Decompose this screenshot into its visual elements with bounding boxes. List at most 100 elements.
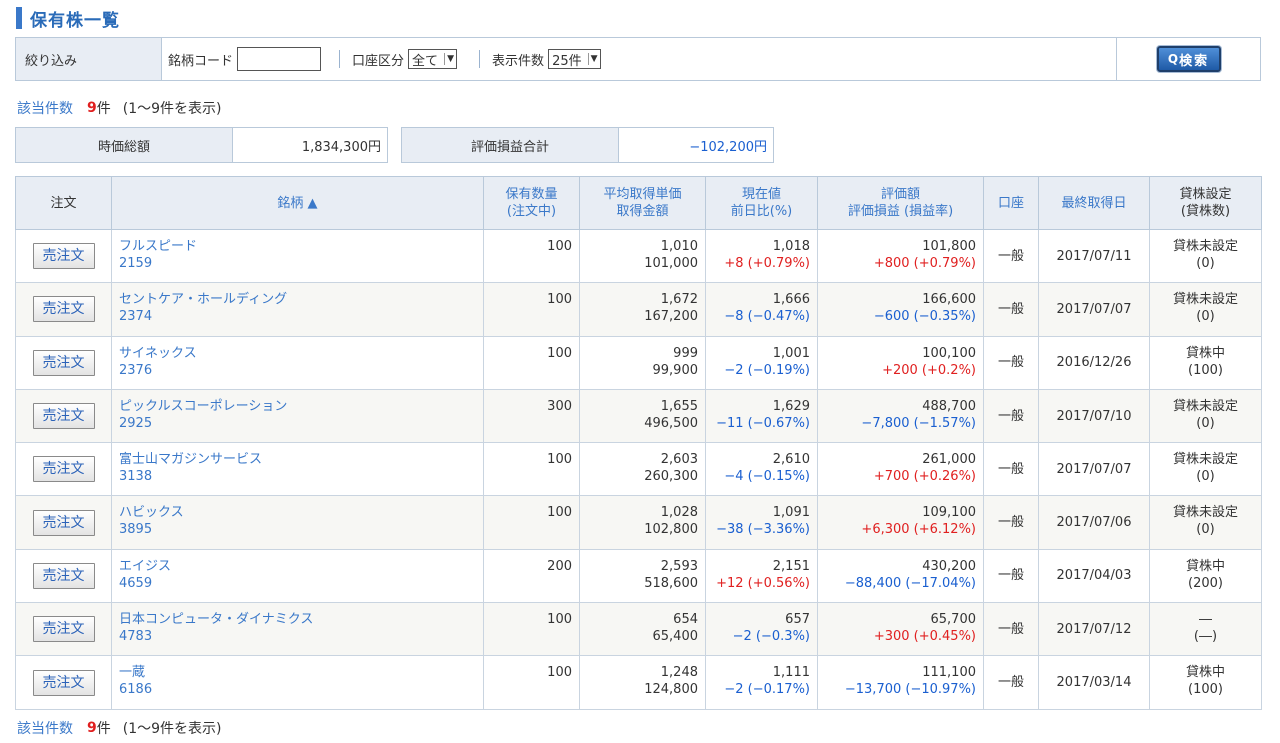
qty-value: 100 (547, 239, 572, 254)
current-price: 1,666 (772, 292, 810, 308)
eval-amount: 166,600 (922, 292, 976, 308)
stock-name-link[interactable]: エイジス (119, 558, 483, 575)
account-select[interactable]: 全て ▼ (408, 49, 458, 69)
page-title-text: 保有株一覧 (30, 10, 120, 31)
lend-qty: (0) (1196, 522, 1215, 538)
stock-code-link[interactable]: 2374 (119, 308, 483, 325)
stock-name-link[interactable]: 富士山マガジンサービス (119, 451, 483, 468)
current-price: 2,610 (772, 452, 810, 468)
header-name-sort[interactable]: 銘柄 ▲ (111, 176, 484, 230)
sell-order-button[interactable]: 売注文 (32, 243, 95, 270)
stock-code-link[interactable]: 2376 (119, 362, 483, 379)
stock-name-link[interactable]: 日本コンピュータ・ダイナミクス (119, 611, 483, 628)
table-row: 売注文 セントケア・ホールディング 2374 100 1,672 167,200 1,666… (15, 282, 1262, 337)
sell-order-button[interactable]: 売注文 (32, 562, 95, 589)
header-last-date[interactable]: 最終取得日 (1038, 176, 1150, 230)
current-price: 1,111 (772, 665, 810, 681)
order-cell: 売注文 (15, 282, 112, 337)
header-price-line2: 前日比(%) (730, 204, 793, 219)
avg-cell: 999 99,900 (579, 335, 706, 390)
stock-code-link[interactable]: 2159 (119, 255, 483, 272)
last-date-cell: 2017/07/10 (1038, 388, 1150, 444)
sell-order-button[interactable]: 売注文 (32, 509, 95, 536)
sell-order-button[interactable]: 売注文 (32, 403, 95, 430)
header-eval[interactable]: 評価額 評価損益 (損益率) (817, 176, 984, 230)
result-count-range: (1～9件を表示) (122, 721, 222, 737)
current-price: 1,091 (772, 505, 810, 521)
price-cell: 2,151 +12 (+0.56%) (705, 548, 818, 604)
header-avg[interactable]: 平均取得単価 取得金額 (579, 176, 706, 230)
cost-amount: 101,000 (644, 256, 698, 271)
stock-code-link[interactable]: 3138 (119, 468, 483, 485)
sell-order-button[interactable]: 売注文 (32, 616, 95, 643)
avg-cell: 2,603 260,300 (579, 442, 706, 497)
header-eval-line1: 評価額 (880, 187, 920, 202)
eval-pl: −600 (−0.35%) (873, 309, 976, 325)
sell-order-button[interactable]: 売注文 (32, 349, 95, 376)
price-cell: 1,091 −38 (−3.36%) (705, 495, 818, 550)
table-row: 売注文 富士山マガジンサービス 3138 100 2,603 260,300 2,610 −4… (15, 442, 1262, 497)
price-change: −2 (−0.3%) (732, 629, 810, 645)
eval-amount: 101,800 (922, 239, 976, 254)
eval-cell: 100,100 +200 (+0.2%) (817, 335, 984, 390)
stock-code-link[interactable]: 3895 (119, 521, 483, 538)
stock-code-link[interactable]: 4783 (119, 628, 483, 645)
avg-price: 1,010 (660, 239, 698, 254)
filter-label: 絞り込み (16, 38, 162, 80)
stock-code-link[interactable]: 6186 (119, 681, 483, 698)
avg-cell: 2,593 518,600 (579, 548, 706, 604)
eval-amount: 488,700 (922, 398, 976, 414)
avg-price: 2,593 (660, 558, 698, 574)
header-qty[interactable]: 保有数量 (注文中) (483, 176, 580, 230)
result-count-unit: 件 (96, 721, 111, 737)
stock-code-link[interactable]: 4659 (119, 575, 483, 592)
code-input[interactable] (237, 47, 322, 71)
table-row: 売注文 一蔵 6186 100 1,248 124,800 1,111 −2 (−0.17%)… (15, 655, 1262, 710)
qty-value: 100 (547, 612, 572, 628)
header-lend-line1: 貸株設定 (1179, 187, 1232, 202)
price-change: +8 (+0.79%) (724, 256, 810, 271)
stock-cell: 日本コンピュータ・ダイナミクス 4783 (111, 602, 484, 657)
result-count-unit: 件 (96, 101, 111, 117)
display-count-select[interactable]: 25件 ▼ (548, 49, 601, 69)
market-value-label: 時価総額 (16, 128, 233, 162)
header-lend: 貸株設定 (貸株数) (1149, 176, 1262, 230)
avg-price: 1,248 (660, 665, 698, 681)
price-change: −8 (−0.47%) (724, 309, 810, 325)
account-cell: 一般 (983, 335, 1039, 390)
stock-name-link[interactable]: サイネックス (119, 345, 483, 362)
eval-cell: 261,000 +700 (+0.26%) (817, 442, 984, 497)
header-price[interactable]: 現在値前日比(%) (705, 176, 818, 230)
avg-cell: 1,010 101,000 (579, 228, 706, 284)
display-count-label: 表示件数 (492, 53, 545, 69)
lend-status: 貸株未設定 (1172, 292, 1238, 308)
result-count: 該当件数 9 件 (1～9件を表示) (17, 99, 229, 117)
header-avg-line2: 取得金額 (616, 204, 669, 219)
stock-name-link[interactable]: セントケア・ホールディング (119, 291, 483, 308)
stock-name-link[interactable]: ピックルスコーポレーション (119, 398, 483, 415)
qty-value: 300 (547, 398, 572, 414)
search-button[interactable]: Q 検索 (1156, 46, 1221, 72)
order-cell: 売注文 (15, 548, 112, 604)
header-avg-line1: 平均取得単価 (603, 187, 682, 202)
header-account[interactable]: 口座 (983, 176, 1039, 230)
pl-total: −102,200円 (619, 128, 773, 162)
sell-order-button[interactable]: 売注文 (32, 296, 95, 323)
order-cell: 売注文 (15, 655, 112, 710)
eval-amount: 430,200 (922, 558, 976, 574)
current-price: 1,001 (772, 345, 810, 361)
cost-amount: 102,800 (644, 522, 698, 538)
eval-cell: 430,200 −88,400 (−17.04%) (817, 548, 984, 604)
market-value: 1,834,300円 (233, 128, 387, 162)
sell-order-button[interactable]: 売注文 (32, 456, 95, 483)
stock-name-link[interactable]: フルスピード (119, 238, 483, 255)
qty-cell: 100 (483, 282, 580, 337)
header-price-line1: 現在値 (741, 187, 781, 202)
price-change: −38 (−3.36%) (716, 522, 810, 538)
sell-order-button[interactable]: 売注文 (32, 669, 95, 696)
stock-name-link[interactable]: 一蔵 (119, 664, 483, 681)
stock-name-link[interactable]: ハビックス (119, 504, 483, 521)
stock-code-link[interactable]: 2925 (119, 415, 483, 432)
lend-status: 貸株中 (1185, 665, 1225, 681)
table-row: 売注文 ハビックス 3895 100 1,028 102,800 1,091 −38 (−3.… (15, 495, 1262, 550)
